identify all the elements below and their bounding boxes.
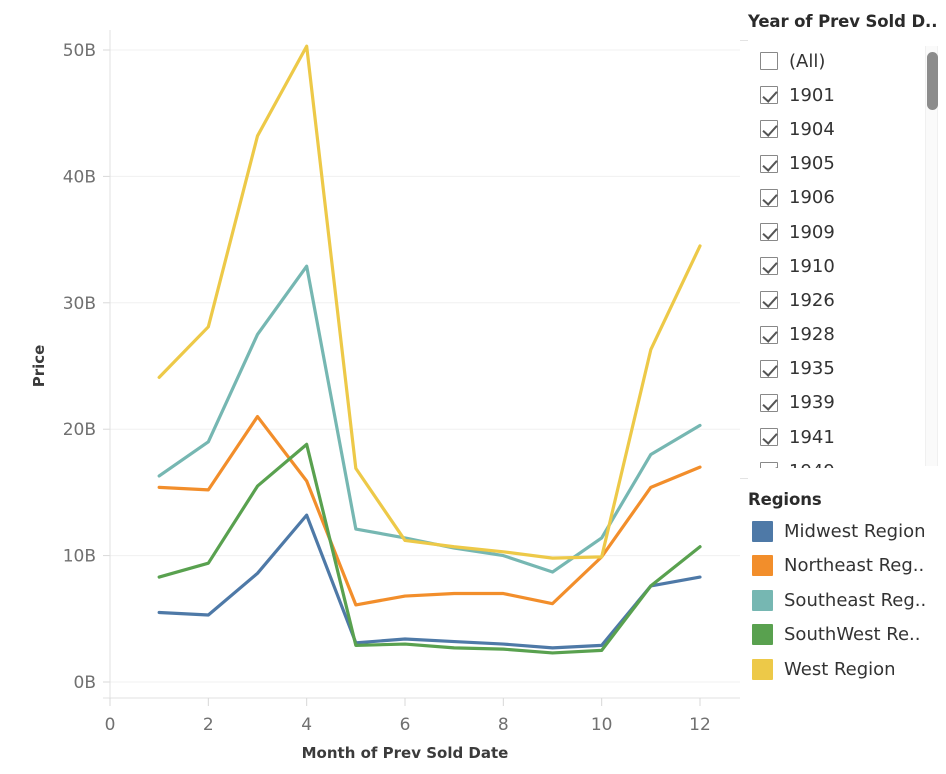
y-tick-label: 10B xyxy=(63,547,96,567)
checkbox-checked-icon[interactable] xyxy=(760,325,778,344)
legend-item-label: Midwest Region xyxy=(784,520,926,542)
checkbox-checked-icon[interactable] xyxy=(760,86,778,105)
checkbox-checked-icon[interactable] xyxy=(760,462,778,468)
y-axis-title: Price xyxy=(30,345,48,388)
year-filter-scrollbar[interactable] xyxy=(925,46,938,466)
series-line-west-region xyxy=(157,44,702,560)
price-by-month-line-chart: 0B 10B 20B 30B 40B 50B 0 2 4 6 8 10 12 Price Month … xyxy=(30,30,740,762)
x-tick-label: 10 xyxy=(591,715,613,735)
x-tick-label: 0 xyxy=(105,715,116,735)
x-tick-label: 4 xyxy=(301,715,312,735)
legend-color-swatch xyxy=(752,624,773,646)
legend-item[interactable]: SouthWest Re.. xyxy=(748,618,946,653)
year-filter-item[interactable]: 1939 xyxy=(748,386,930,420)
y-axis-tick-labels: 0B 10B 20B 30B 40B 50B xyxy=(63,41,96,693)
checkbox-checked-icon[interactable] xyxy=(760,223,778,242)
year-filter-item[interactable]: 1904 xyxy=(748,112,930,146)
year-filter-item-label: 1926 xyxy=(789,289,835,311)
year-filter-title: Year of Prev Sold D.. xyxy=(748,12,938,31)
legend-item-label: SouthWest Re.. xyxy=(784,624,921,646)
legend-color-swatch xyxy=(752,658,773,680)
year-filter-item-label: 1904 xyxy=(789,118,835,140)
right-side-panel: Year of Prev Sold D.. (All) 1901 1904 1905 1… xyxy=(740,0,946,774)
legend-item[interactable]: West Region xyxy=(748,652,946,687)
visualization-root: 0B 10B 20B 30B 40B 50B 0 2 4 6 8 10 12 Price Month … xyxy=(0,0,946,774)
y-tick-label: 40B xyxy=(63,167,96,187)
year-filter-item[interactable]: 1941 xyxy=(748,420,930,454)
year-filter-list[interactable]: (All) 1901 1904 1905 1906 1909 1910 1926 1928 193… xyxy=(748,44,930,468)
checkbox-checked-icon[interactable] xyxy=(760,428,778,447)
year-filter-item-label: (All) xyxy=(789,50,826,72)
year-filter-item[interactable]: 1901 xyxy=(748,78,930,112)
legend-item-label: West Region xyxy=(784,658,896,680)
x-axis-title: Month of Prev Sold Date xyxy=(302,744,509,762)
year-filter-item-label: 1905 xyxy=(789,153,835,175)
x-tick-label: 6 xyxy=(400,715,411,735)
year-filter-item-label: 1910 xyxy=(789,255,835,277)
series-line-southeast-region xyxy=(157,264,702,574)
y-tick-label: 0B xyxy=(74,673,96,693)
year-filter-item[interactable]: 1910 xyxy=(748,249,930,283)
legend-title: Regions xyxy=(748,490,822,509)
year-filter-item-label: 1909 xyxy=(789,221,835,243)
year-filter-item[interactable]: 1935 xyxy=(748,352,930,386)
year-filter-item[interactable]: 1949 xyxy=(748,454,930,468)
checkbox-checked-icon[interactable] xyxy=(760,257,778,276)
filter-divider xyxy=(740,40,748,41)
x-axis-tickmarks xyxy=(109,698,701,706)
year-filter-item-label: 1949 xyxy=(789,461,835,468)
legend-item-label: Northeast Reg.. xyxy=(784,555,925,577)
year-filter-card: Year of Prev Sold D.. (All) 1901 1904 1905 1… xyxy=(740,0,946,478)
series-lines xyxy=(157,44,702,655)
regions-legend-card: Regions Midwest Region Northeast Reg.. Sou… xyxy=(740,478,946,698)
series-line-southwest-region xyxy=(157,442,702,655)
checkbox-checked-icon[interactable] xyxy=(760,188,778,207)
y-tick-label: 30B xyxy=(63,294,96,314)
year-filter-item[interactable]: 1926 xyxy=(748,283,930,317)
checkbox-checked-icon[interactable] xyxy=(760,359,778,378)
year-filter-item[interactable]: 1905 xyxy=(748,147,930,181)
line-chart-panel: 0B 10B 20B 30B 40B 50B 0 2 4 6 8 10 12 Price Month … xyxy=(0,0,740,774)
x-tick-label: 8 xyxy=(498,715,509,735)
year-filter-item-label: 1939 xyxy=(789,392,835,414)
x-tick-label: 12 xyxy=(689,715,711,735)
year-filter-item-label: 1901 xyxy=(789,84,835,106)
year-filter-item[interactable]: 1906 xyxy=(748,181,930,215)
legend-item[interactable]: Southeast Reg.. xyxy=(748,583,946,618)
checkbox-unchecked-icon[interactable] xyxy=(760,52,778,71)
legend-color-swatch xyxy=(752,555,773,577)
legend-item[interactable]: Northeast Reg.. xyxy=(748,549,946,584)
year-filter-item-label: 1906 xyxy=(789,187,835,209)
y-axis-tickmarks xyxy=(103,49,110,683)
x-axis-tick-labels: 0 2 4 6 8 10 12 xyxy=(105,715,711,735)
year-filter-item[interactable]: 1928 xyxy=(748,318,930,352)
year-filter-item-label: 1928 xyxy=(789,324,835,346)
year-filter-item-label: 1941 xyxy=(789,426,835,448)
checkbox-checked-icon[interactable] xyxy=(760,120,778,139)
y-tick-label: 20B xyxy=(63,420,96,440)
year-filter-scroll-thumb[interactable] xyxy=(927,51,938,110)
year-filter-item[interactable]: (All) xyxy=(748,44,930,78)
checkbox-checked-icon[interactable] xyxy=(760,393,778,412)
legend-item-label: Southeast Reg.. xyxy=(784,589,927,611)
legend-color-swatch xyxy=(752,589,773,611)
legend-list: Midwest Region Northeast Reg.. Southeast R… xyxy=(748,514,946,687)
legend-divider xyxy=(740,478,748,479)
checkbox-checked-icon[interactable] xyxy=(760,154,778,173)
checkbox-checked-icon[interactable] xyxy=(760,291,778,310)
year-filter-item-label: 1935 xyxy=(789,358,835,380)
legend-color-swatch xyxy=(752,520,773,542)
y-tick-label: 50B xyxy=(63,41,96,61)
year-filter-item[interactable]: 1909 xyxy=(748,215,930,249)
x-tick-label: 2 xyxy=(203,715,214,735)
legend-item[interactable]: Midwest Region xyxy=(748,514,946,549)
